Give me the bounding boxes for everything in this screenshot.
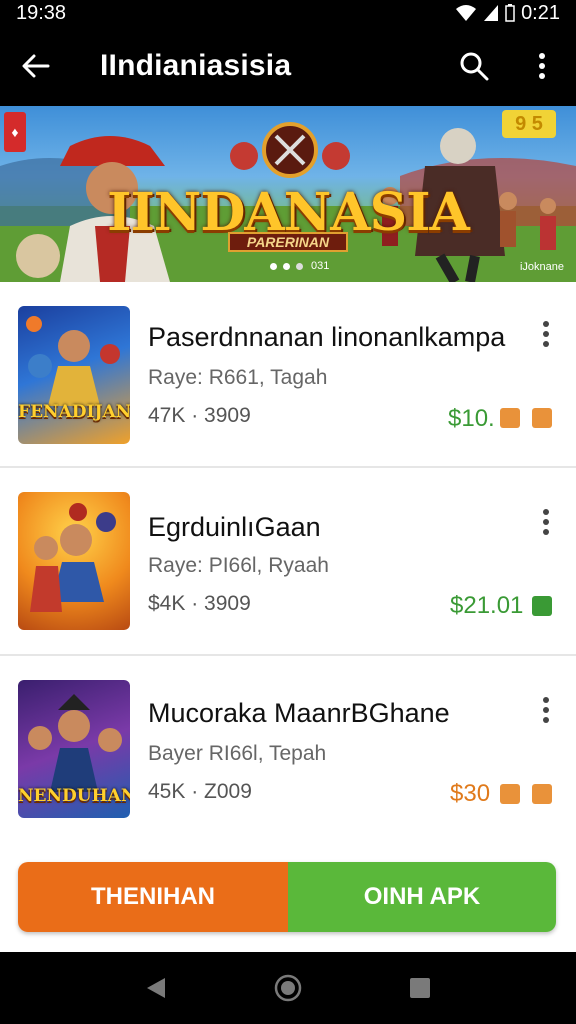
wifi-icon [456,5,477,21]
more-vert-icon [539,53,545,79]
banner-pager: 031 [270,260,329,272]
banner-badge-left: ♦ [4,112,26,152]
item-title: Mucoraka MaanrBGhane [148,698,450,728]
search-button[interactable] [440,26,508,106]
list-item[interactable]: FENADIJAN Paserdnnanan linonanlkampa Ray… [0,282,576,468]
nav-recents-button[interactable] [390,958,450,1018]
search-icon [460,52,489,81]
status-time: 19:38 [16,1,67,24]
pager-dot [296,262,303,270]
pager-dot [270,262,277,270]
app-list: FENADIJAN Paserdnnanan linonanlkampa Ray… [0,282,576,952]
battery-time: 0:21 [521,1,560,24]
item-more-button[interactable] [534,316,558,352]
item-meta: 47K · 3909 [148,404,251,427]
cta-button-group: THENIHAN OINH APK [18,862,556,932]
status-bar: 19:38 0:21 [0,0,576,26]
app-thumbnail: NENDUHAN [18,680,130,818]
item-price: $30 [450,780,491,807]
app-actions [440,26,576,106]
home-circle-icon [274,974,302,1002]
calendar-icon [500,784,520,804]
square-recents-icon [410,978,430,998]
tag-icon [532,408,552,428]
item-price: $21.01 [450,592,524,619]
app-thumbnail [18,492,130,630]
back-button[interactable] [0,26,72,106]
item-price: $10. [448,405,495,432]
more-vert-icon [543,509,549,535]
triangle-back-icon [147,978,165,998]
download-apk-button[interactable]: OINH APK [288,862,556,932]
item-title: EgrduinlıGaan [148,512,321,542]
app-thumbnail: FENADIJAN [18,306,130,444]
signal-icon [484,5,499,21]
pager-dot [283,262,290,270]
thumbnail-art [30,503,116,612]
calendar-icon [500,408,520,428]
item-meta: $4K · 3909 [148,592,251,615]
item-more-button[interactable] [534,692,558,728]
item-subtitle: Raye: R661, Tagah [148,366,328,389]
status-icons: 0:21 [455,2,560,25]
battery-icon [505,4,515,22]
banner-tag: iJoknane [519,261,564,273]
list-item[interactable]: EgrduinlıGaan Raye: PI66l, Ryaah $4K · 3… [0,470,576,656]
item-more-button[interactable] [534,504,558,540]
tag-icon [532,596,552,616]
nav-back-button[interactable] [126,958,186,1018]
banner-subtitle: PARERINAN [228,232,348,252]
more-options-button[interactable] [508,26,576,106]
arrow-back-icon [22,54,50,78]
nav-home-button[interactable] [258,958,318,1018]
app-title: IIndianiasisia [100,49,292,82]
thumbnail-art [26,316,120,406]
promo-banner[interactable]: ♦ 9 5 IINDANASIA PARERINAN 031 iJoknane [0,106,576,282]
item-title: Paserdnnanan linonanlkampa [148,322,506,352]
list-item[interactable]: NENDUHAN Mucoraka MaanrBGhane Bayer RI66… [0,658,576,844]
primary-action-button[interactable]: THENIHAN [18,862,288,932]
banner-badge-right: 9 5 [502,110,556,138]
item-subtitle: Bayer RI66l, Tepah [148,742,327,765]
system-nav-bar [0,952,576,1024]
item-subtitle: Raye: PI66l, Ryaah [148,554,329,577]
banner-counter: 031 [311,260,330,272]
tag-icon [532,784,552,804]
more-vert-icon [543,697,549,723]
item-meta: 45K · Z009 [148,780,252,803]
thumbnail-label: NENDUHAN [18,786,130,806]
thumbnail-label: FENADIJAN [18,402,130,422]
app-bar: IIndianiasisia [0,26,576,106]
more-vert-icon [543,321,549,347]
